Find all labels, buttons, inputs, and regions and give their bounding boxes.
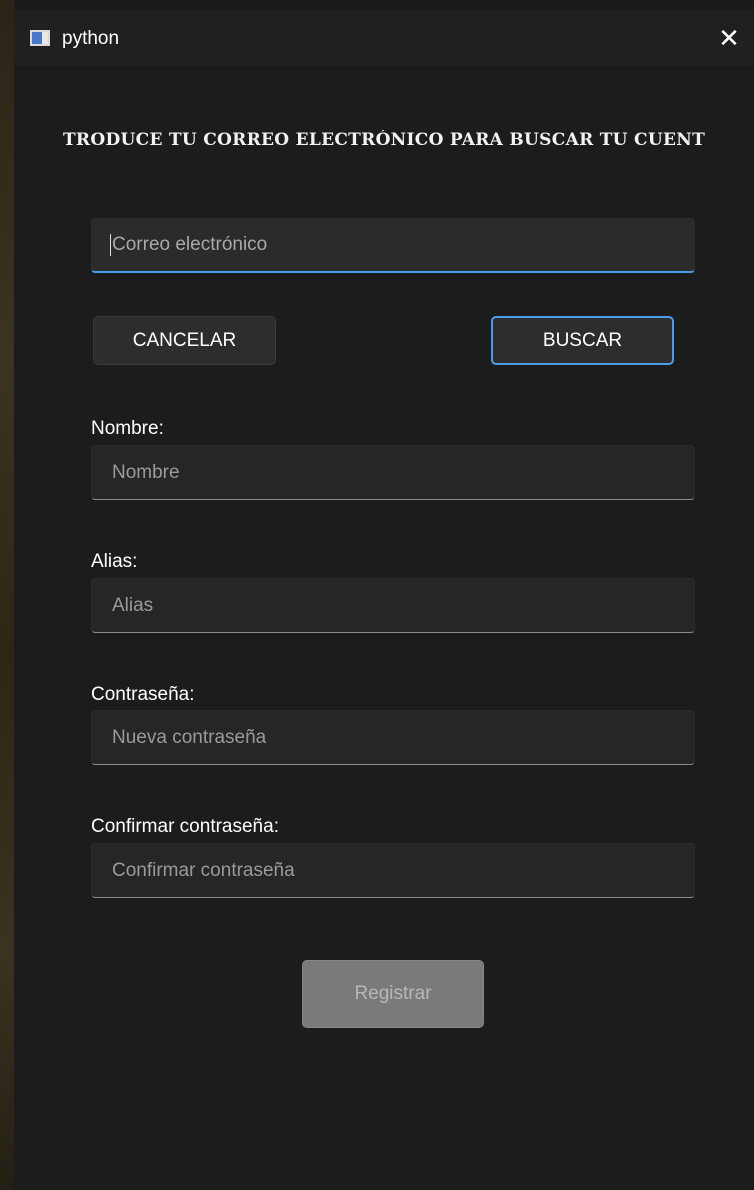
desktop-background bbox=[0, 0, 14, 1190]
title-bar[interactable]: python ✕ bbox=[14, 10, 754, 66]
search-button[interactable]: BUSCAR bbox=[491, 316, 674, 365]
confirm-password-placeholder: Confirmar contraseña bbox=[112, 859, 295, 881]
cancel-button[interactable]: CANCELAR bbox=[93, 316, 276, 365]
email-input[interactable]: Correo electrónico bbox=[91, 218, 695, 273]
confirm-password-input[interactable]: Confirmar contraseña bbox=[91, 843, 695, 898]
text-caret bbox=[110, 234, 111, 256]
close-icon[interactable]: ✕ bbox=[704, 10, 754, 66]
confirm-password-label: Confirmar contraseña: bbox=[91, 816, 279, 837]
name-input[interactable]: Nombre bbox=[91, 445, 695, 500]
name-label: Nombre: bbox=[91, 418, 164, 439]
alias-placeholder: Alias bbox=[112, 594, 154, 616]
alias-input[interactable]: Alias bbox=[91, 578, 695, 633]
password-label: Contraseña: bbox=[91, 684, 195, 705]
python-window-icon bbox=[30, 30, 50, 46]
python-window: python ✕ TRODUCE TU CORREO ELECTRÓNICO P… bbox=[14, 10, 754, 1190]
name-placeholder: Nombre bbox=[112, 461, 180, 483]
page-heading: TRODUCE TU CORREO ELECTRÓNICO PARA BUSCA… bbox=[62, 130, 706, 150]
window-title: python bbox=[62, 28, 120, 49]
alias-label: Alias: bbox=[91, 551, 138, 572]
register-button[interactable]: Registrar bbox=[302, 960, 484, 1028]
email-placeholder: Correo electrónico bbox=[112, 234, 268, 255]
password-input[interactable]: Nueva contraseña bbox=[91, 710, 695, 765]
password-placeholder: Nueva contraseña bbox=[112, 726, 267, 748]
